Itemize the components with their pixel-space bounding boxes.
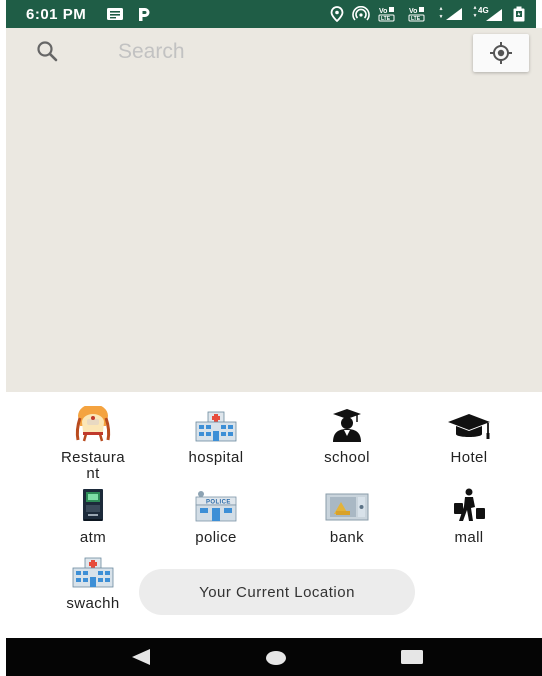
svg-text:Vo: Vo	[379, 8, 387, 15]
status-left-icons	[106, 6, 152, 22]
category-label: Hotel	[450, 449, 488, 466]
category-label: police	[195, 529, 237, 546]
4g-icon: 4G	[472, 6, 504, 22]
category-hospital[interactable]: hospital	[161, 406, 271, 466]
crosshair-icon	[487, 39, 515, 67]
status-time: 6:01 PM	[26, 5, 87, 23]
category-label: swachh	[66, 595, 120, 612]
category-label: atm	[79, 529, 107, 546]
location-icon	[330, 6, 344, 22]
category-label: mall	[454, 529, 484, 546]
volte-icon: Vo LTE	[408, 6, 430, 22]
map-view[interactable]	[6, 28, 542, 392]
status-right-icons: Vo LTE Vo LTE 4G	[330, 6, 526, 22]
svg-text:Vo: Vo	[409, 8, 417, 15]
category-bank[interactable]: bank	[292, 486, 402, 546]
category-hotel[interactable]: Hotel	[414, 406, 524, 466]
search-input[interactable]	[118, 38, 448, 66]
battery-icon	[512, 6, 526, 22]
hotspot-icon	[352, 6, 370, 22]
svg-text:LTE: LTE	[381, 16, 391, 22]
signal-icon	[438, 7, 464, 21]
svg-text:LTE: LTE	[411, 16, 421, 22]
mortarboard-icon	[414, 406, 524, 442]
bank-vault-icon	[292, 486, 402, 522]
parking-icon	[136, 6, 152, 22]
network-type-label: 4G	[478, 6, 489, 15]
navigation-bar	[6, 638, 542, 676]
shopper-icon	[414, 486, 524, 522]
police-station-icon: POLICE	[161, 486, 271, 522]
category-restaurant[interactable]: Restaura nt	[38, 406, 148, 482]
category-atm[interactable]: atm	[38, 486, 148, 546]
category-label: Restaura nt	[60, 449, 126, 482]
back-icon[interactable]	[130, 648, 152, 666]
my-location-button[interactable]	[473, 34, 529, 72]
category-swachh[interactable]: swachh	[38, 552, 148, 612]
hospital-icon	[38, 552, 148, 588]
search-icon[interactable]	[36, 40, 60, 64]
category-police[interactable]: POLICE police	[161, 486, 271, 546]
category-school[interactable]: school	[292, 406, 402, 466]
atm-icon	[38, 486, 148, 522]
status-bar: 6:01 PM Vo LTE Vo LTE 4G	[6, 0, 536, 28]
category-label: school	[324, 449, 370, 466]
category-label: hospital	[188, 449, 244, 466]
category-label: bank	[329, 529, 365, 546]
home-icon[interactable]	[265, 650, 287, 666]
recents-icon[interactable]	[400, 649, 424, 665]
restaurant-icon	[38, 406, 148, 442]
message-icon	[106, 7, 124, 21]
volte-icon: Vo LTE	[378, 6, 400, 22]
toast-text: Your Current Location	[199, 583, 355, 601]
category-mall[interactable]: mall	[414, 486, 524, 546]
graduate-icon	[292, 406, 402, 442]
hospital-icon	[161, 406, 271, 442]
toast-message: Your Current Location	[139, 569, 415, 615]
